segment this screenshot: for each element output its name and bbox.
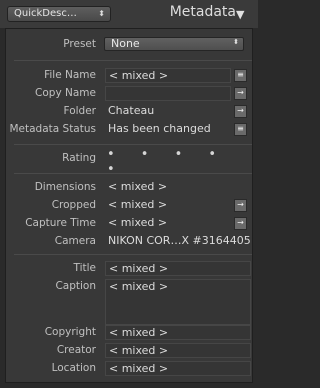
dimensions-value: < mixed > xyxy=(108,180,168,193)
metadata-view-label: QuickDesc… xyxy=(14,8,77,19)
list-icon[interactable]: ≡ xyxy=(234,123,247,136)
list-icon[interactable]: ≡ xyxy=(234,69,247,82)
title-label: Title xyxy=(73,262,96,274)
panel-header: QuickDesc… ⬍ Metadata ▼ xyxy=(0,0,258,28)
rating-label: Rating xyxy=(62,152,96,164)
metadata-status-value: Has been changed xyxy=(108,122,211,135)
dropdown-arrows-icon: ⬍ xyxy=(98,9,105,18)
metadata-panel: Preset None ⬍ File Name < mixed > ≡ Copy… xyxy=(5,28,253,383)
metadata-status-label: Metadata Status xyxy=(9,123,96,135)
title-field[interactable]: < mixed > xyxy=(105,261,251,276)
folder-value: Chateau xyxy=(108,104,155,117)
panel-title: Metadata xyxy=(169,4,236,20)
creator-label: Creator xyxy=(56,344,96,356)
copyright-value: < mixed > xyxy=(109,326,169,339)
file-name-label: File Name xyxy=(44,69,96,81)
folder-label: Folder xyxy=(63,105,96,117)
camera-value: NIKON COR…X #3164405 xyxy=(108,234,251,247)
creator-value: < mixed > xyxy=(109,344,169,357)
title-value: < mixed > xyxy=(109,262,169,275)
arrow-right-icon[interactable]: → xyxy=(234,87,247,100)
copy-name-field[interactable] xyxy=(105,86,231,101)
location-field[interactable]: < mixed > xyxy=(105,361,251,376)
location-label: Location xyxy=(51,362,96,374)
copyright-field[interactable]: < mixed > xyxy=(105,325,251,340)
divider xyxy=(14,144,252,145)
arrow-right-icon[interactable]: → xyxy=(234,105,247,118)
caption-label: Caption xyxy=(55,280,96,292)
dimensions-label: Dimensions xyxy=(34,181,96,193)
copyright-label: Copyright xyxy=(44,326,96,338)
arrow-right-icon[interactable]: → xyxy=(234,199,247,212)
preset-select[interactable]: None ⬍ xyxy=(104,37,244,51)
creator-field[interactable]: < mixed > xyxy=(105,343,251,358)
camera-label: Camera xyxy=(54,235,96,247)
cropped-value: < mixed > xyxy=(108,198,168,211)
file-name-value: < mixed > xyxy=(109,69,169,82)
arrow-right-icon[interactable]: → xyxy=(234,217,247,230)
capture-time-label: Capture Time xyxy=(25,217,96,229)
capture-time-value: < mixed > xyxy=(108,216,168,229)
divider xyxy=(14,60,252,61)
collapse-triangle-icon[interactable]: ▼ xyxy=(236,8,244,21)
copy-name-label: Copy Name xyxy=(35,87,96,99)
caption-field[interactable]: < mixed > xyxy=(105,279,251,325)
file-name-field[interactable]: < mixed > xyxy=(105,68,231,83)
select-arrows-icon: ⬍ xyxy=(233,38,239,46)
cropped-label: Cropped xyxy=(51,199,96,211)
metadata-view-dropdown[interactable]: QuickDesc… ⬍ xyxy=(7,6,111,22)
preset-value: None xyxy=(111,37,140,50)
location-value: < mixed > xyxy=(109,362,169,375)
divider xyxy=(14,173,252,174)
preset-label: Preset xyxy=(63,38,96,50)
caption-value: < mixed > xyxy=(109,280,169,293)
divider xyxy=(14,254,252,255)
